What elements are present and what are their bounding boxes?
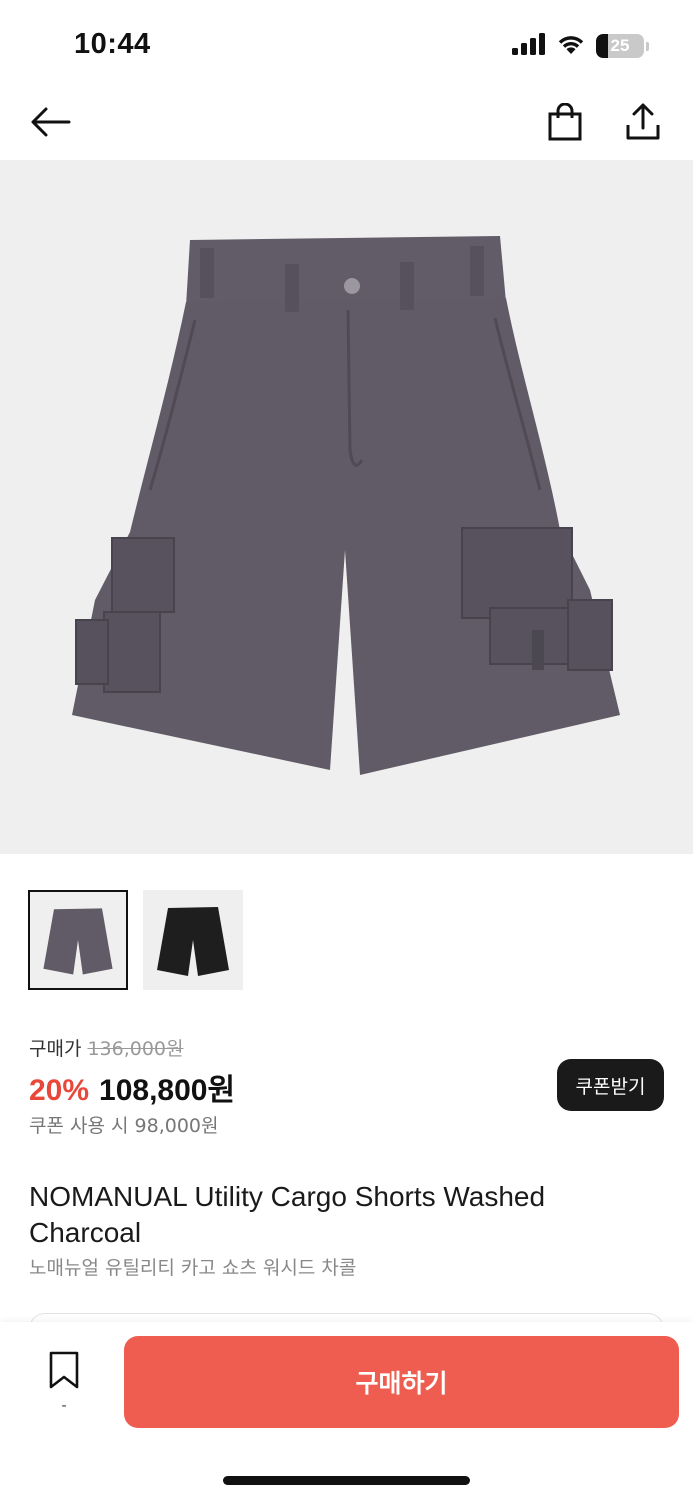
original-price: 136,000원 (87, 1038, 184, 1060)
signal-icon (512, 33, 546, 59)
status-icons: 25 (512, 32, 649, 60)
thumbnail-charcoal[interactable] (28, 890, 128, 990)
wifi-icon (556, 33, 586, 59)
share-icon (625, 103, 661, 145)
price-label: 구매가 (29, 1038, 82, 1060)
thumbnail-list (28, 890, 243, 990)
bookmark-icon (47, 1350, 81, 1394)
bottom-action-bar: - 구매하기 (0, 1322, 693, 1500)
sale-price: 108,800원 (99, 1074, 236, 1107)
price-label-row: 구매가 136,000원 (29, 1034, 184, 1061)
home-indicator (223, 1476, 470, 1485)
battery-icon: 25 (596, 34, 649, 58)
buy-button[interactable]: 구매하기 (124, 1336, 679, 1428)
navbar (0, 90, 693, 160)
share-button[interactable] (619, 100, 667, 148)
status-time: 10:44 (74, 28, 151, 60)
battery-level: 25 (610, 36, 630, 55)
discount-percent: 20% (29, 1074, 90, 1107)
cargo-shorts-image (72, 236, 620, 775)
status-bar: 10:44 25 (0, 0, 693, 90)
battery: 25 (596, 34, 644, 58)
back-arrow-icon (29, 106, 71, 142)
product-image[interactable] (0, 160, 693, 854)
back-button[interactable] (26, 100, 74, 148)
wish-count: - (61, 1398, 67, 1414)
shopping-bag-button[interactable] (541, 100, 589, 148)
wishlist-button[interactable]: - (40, 1350, 88, 1430)
thumbnail-black[interactable] (143, 890, 243, 990)
product-title: NOMANUAL Utility Cargo Shorts Washed Cha… (29, 1181, 546, 1248)
coupon-button[interactable]: 쿠폰받기 (557, 1059, 664, 1111)
price-row: 20% 108,800원 (29, 1065, 235, 1109)
coupon-price: 쿠폰 사용 시 98,000원 (29, 1115, 219, 1137)
product-subtitle: 노매뉴얼 유틸리티 카고 쇼츠 워시드 차콜 (29, 1257, 357, 1279)
shopping-bag-icon (547, 102, 583, 145)
